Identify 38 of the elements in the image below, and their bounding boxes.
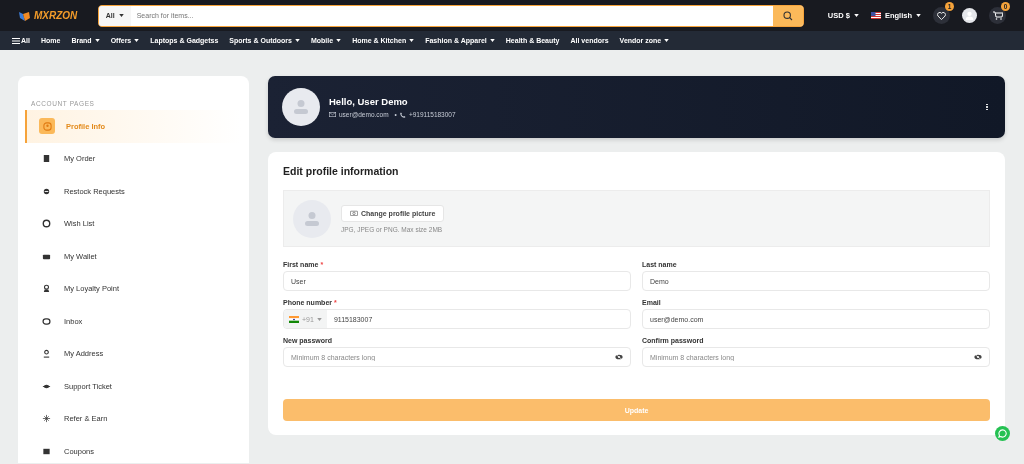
caret-icon xyxy=(94,39,100,42)
avatar-placeholder xyxy=(282,88,320,126)
camera-icon xyxy=(350,210,358,216)
cart-button[interactable] xyxy=(989,7,1006,24)
wishlist-button[interactable] xyxy=(933,7,950,24)
heart-icon xyxy=(937,11,946,20)
user-icon xyxy=(42,121,52,131)
eye-slash-icon[interactable] xyxy=(974,354,982,360)
greeting-text: Hello, User Demo xyxy=(329,96,409,107)
logo-icon xyxy=(18,9,31,22)
section-title: Edit profile information xyxy=(283,165,400,177)
eye-slash-icon[interactable] xyxy=(615,354,623,360)
cart-icon xyxy=(992,11,1003,20)
medal-icon xyxy=(41,284,51,294)
phone-icon xyxy=(399,111,406,118)
logo-text: MXRZON xyxy=(34,10,78,21)
avatar-placeholder xyxy=(293,199,331,238)
caret-icon xyxy=(336,39,342,42)
search-button[interactable] xyxy=(772,5,803,26)
caret-icon xyxy=(409,39,415,42)
flag-icon xyxy=(870,12,881,19)
brand-logo[interactable]: MXRZON xyxy=(18,9,98,22)
caret-icon xyxy=(664,39,670,42)
caret-icon xyxy=(294,39,300,42)
caret-icon xyxy=(916,14,921,17)
caret-icon xyxy=(853,14,859,17)
menu-icon xyxy=(12,37,20,44)
pin-icon xyxy=(41,349,51,359)
caret-icon xyxy=(316,317,322,321)
search-icon xyxy=(782,10,793,21)
document-icon xyxy=(41,154,51,164)
user-avatar[interactable] xyxy=(962,8,977,23)
caret-icon xyxy=(118,14,124,17)
caret-icon xyxy=(489,39,495,42)
mail-icon xyxy=(329,112,336,117)
flag-icon xyxy=(289,315,299,323)
caret-icon xyxy=(134,39,140,42)
sparkle-icon xyxy=(41,414,51,424)
